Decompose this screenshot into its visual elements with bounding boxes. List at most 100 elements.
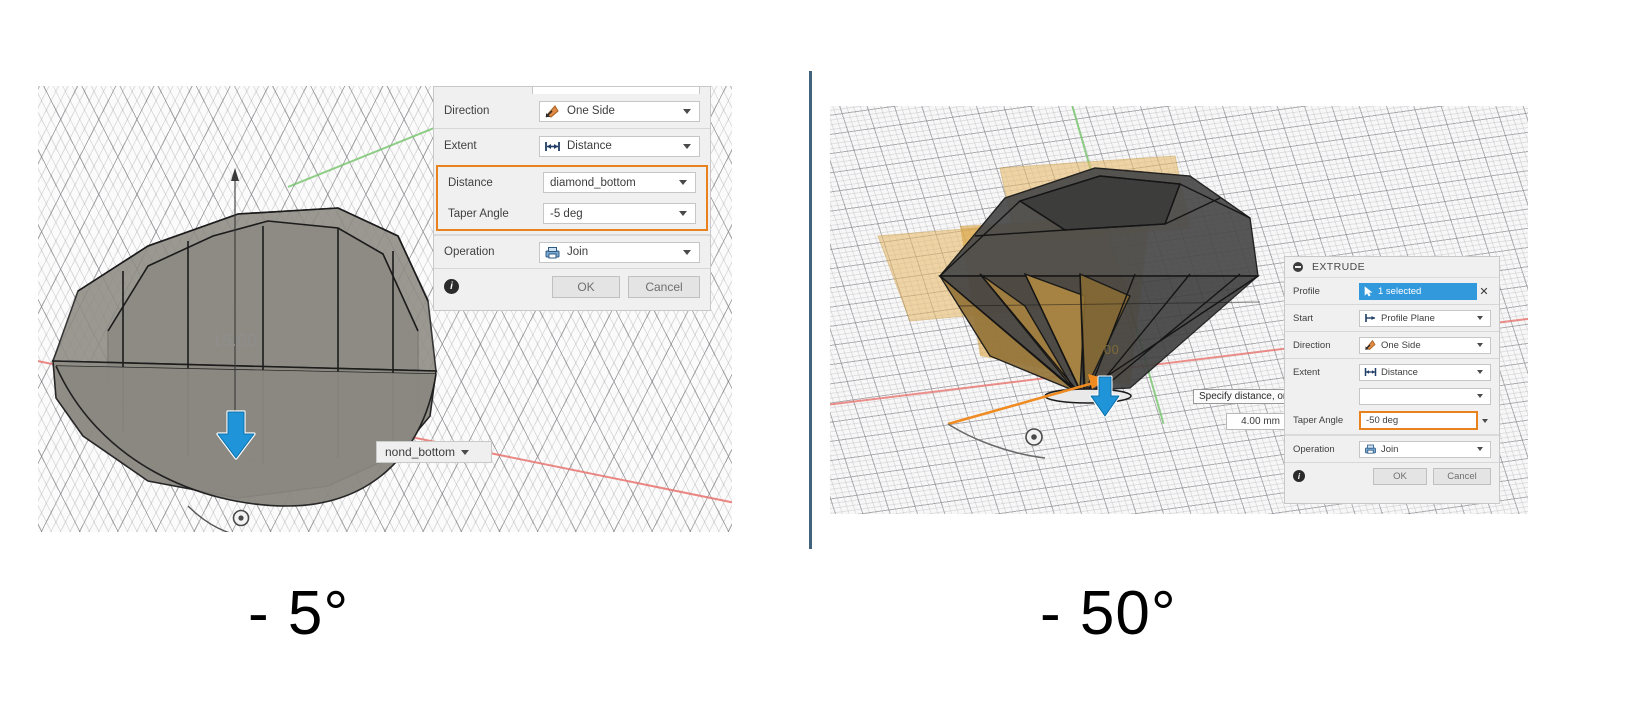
left-field-taper-angle[interactable]: -5 deg <box>543 203 696 224</box>
right-ok-button[interactable]: OK <box>1373 467 1427 485</box>
one-side-icon <box>544 104 561 119</box>
chevron-down-icon[interactable] <box>683 249 691 255</box>
chevron-down-icon[interactable] <box>683 143 691 149</box>
close-icon[interactable]: ✕ <box>1477 285 1491 298</box>
right-field-distance[interactable] <box>1359 387 1491 405</box>
left-direction-caret-slot[interactable] <box>679 108 695 114</box>
right-row-taper[interactable]: Taper Angle -50 deg <box>1285 407 1499 434</box>
right-field-profile-selection[interactable]: 1 selected <box>1359 282 1477 300</box>
right-field-taper-angle[interactable]: -50 deg <box>1359 411 1478 430</box>
right-field-operation[interactable]: Join <box>1359 440 1491 458</box>
collapse-icon[interactable] <box>1293 262 1303 272</box>
right-direction-caret-slot[interactable] <box>1473 343 1486 347</box>
left-ok-button[interactable]: OK <box>552 275 620 298</box>
left-row-extent[interactable]: Extent Distance <box>434 129 710 163</box>
join-icon <box>1364 443 1377 455</box>
left-label-taper-angle: Taper Angle <box>448 207 509 220</box>
chevron-down-icon[interactable] <box>1476 370 1483 374</box>
left-distance-caret-slot[interactable] <box>675 180 691 185</box>
chevron-down-icon[interactable] <box>1476 394 1483 398</box>
right-row-extent[interactable]: Extent Distance <box>1285 359 1499 385</box>
right-dialog-titlebar[interactable]: EXTRUDE <box>1285 257 1499 278</box>
left-extrude-dialog[interactable]: Direction One Side Extent Distance Dista… <box>433 86 711 311</box>
distance-icon <box>544 139 561 154</box>
left-row-taper[interactable]: Taper Angle -5 deg <box>438 198 706 229</box>
canvas-dropdown-value: nond_bottom <box>385 445 456 459</box>
left-label-operation: Operation <box>444 246 495 258</box>
left-field-direction[interactable]: One Side <box>539 100 700 122</box>
chevron-down-icon[interactable] <box>1481 418 1488 423</box>
chevron-down-icon[interactable] <box>679 211 687 216</box>
left-value-taper-angle: -5 deg <box>550 207 583 220</box>
chevron-down-icon[interactable] <box>1476 343 1483 347</box>
canvas-distance-dropdown[interactable]: nond_bottom <box>376 441 492 463</box>
right-value-extent: Distance <box>1381 366 1418 378</box>
right-field-extent[interactable]: Distance <box>1359 363 1491 381</box>
right-row-distance-occluded[interactable] <box>1285 385 1499 407</box>
right-row-direction[interactable]: Direction One Side <box>1285 332 1499 358</box>
right-extent-caret-slot[interactable] <box>1473 370 1486 374</box>
blue-down-arrow-icon[interactable] <box>1088 374 1124 422</box>
left-label-direction: Direction <box>444 105 490 117</box>
distance-icon <box>1364 366 1377 378</box>
right-row-start[interactable]: Start Profile Plane <box>1285 305 1499 331</box>
right-caption: - 50° <box>1040 579 1177 648</box>
right-row-operation[interactable]: Operation Join <box>1285 436 1499 462</box>
right-dialog-title: EXTRUDE <box>1312 261 1365 273</box>
chevron-down-icon[interactable] <box>679 180 687 185</box>
canvas-distance-input[interactable]: 4.00 mm <box>1226 413 1288 430</box>
info-icon[interactable]: i <box>444 279 459 294</box>
right-field-start[interactable]: Profile Plane <box>1359 309 1491 327</box>
right-label-start: Start <box>1293 312 1314 324</box>
blue-down-arrow-icon[interactable] <box>214 408 260 464</box>
right-start-caret-slot[interactable] <box>1473 316 1486 320</box>
right-extrude-dialog[interactable]: EXTRUDE Profile 1 selected ✕ Start Profi… <box>1284 256 1500 504</box>
info-icon[interactable]: i <box>1293 470 1305 482</box>
right-dimension-value[interactable]: 4.00 <box>1092 342 1119 357</box>
screenshot-root: 15.00 nond_bottom Direction One Side Ext… <box>0 0 1628 708</box>
right-value-direction: One Side <box>1381 339 1421 351</box>
left-extent-caret-slot[interactable] <box>679 143 695 149</box>
right-label-profile: Profile <box>1293 285 1320 297</box>
left-value-extent: Distance <box>567 140 612 152</box>
right-label-operation: Operation <box>1293 443 1335 455</box>
left-row-distance[interactable]: Distance diamond_bottom <box>438 167 706 198</box>
left-value-distance: diamond_bottom <box>550 176 636 189</box>
right-taper-caret-slot[interactable] <box>1478 418 1491 423</box>
right-value-start: Profile Plane <box>1381 312 1435 324</box>
chevron-down-icon[interactable] <box>1476 316 1483 320</box>
left-field-operation[interactable]: Join <box>539 241 700 263</box>
left-row-partial <box>434 87 710 94</box>
left-label-extent: Extent <box>444 140 477 152</box>
left-field-extent[interactable]: Distance <box>539 135 700 157</box>
right-label-taper-angle: Taper Angle <box>1293 415 1344 426</box>
left-taper-caret-slot[interactable] <box>675 211 691 216</box>
right-cancel-button[interactable]: Cancel <box>1433 467 1491 485</box>
left-row-direction[interactable]: Direction One Side <box>434 94 710 128</box>
chevron-down-icon[interactable] <box>683 108 691 114</box>
right-dialog-footer: i OK Cancel <box>1285 463 1499 489</box>
right-label-extent: Extent <box>1293 366 1320 378</box>
right-field-direction[interactable]: One Side <box>1359 336 1491 354</box>
left-cancel-button[interactable]: Cancel <box>628 275 700 298</box>
left-label-distance: Distance <box>448 176 493 189</box>
profile-plane-icon <box>1364 312 1377 324</box>
left-field-distance[interactable]: diamond_bottom <box>543 172 696 193</box>
left-operation-caret-slot[interactable] <box>679 249 695 255</box>
right-value-taper-angle: -50 deg <box>1366 415 1399 426</box>
origin-point-icon <box>187 505 250 532</box>
chevron-down-icon[interactable] <box>461 449 470 455</box>
left-dialog-footer: i OK Cancel <box>434 269 710 304</box>
right-label-direction: Direction <box>1293 339 1331 351</box>
panel-divider <box>809 71 812 549</box>
left-highlight-group: Distance diamond_bottom Taper Angle -5 d… <box>436 165 708 231</box>
right-operation-caret-slot[interactable] <box>1473 447 1486 451</box>
chevron-down-icon[interactable] <box>1476 447 1483 451</box>
left-caption: - 5° <box>248 579 350 648</box>
right-value-operation: Join <box>1381 443 1399 455</box>
left-dimension-value[interactable]: 15.00 <box>212 331 257 351</box>
left-row-operation[interactable]: Operation Join <box>434 236 710 268</box>
right-distance-caret-slot[interactable] <box>1473 394 1486 398</box>
origin-point-icon <box>947 423 1046 459</box>
right-row-profile[interactable]: Profile 1 selected ✕ <box>1285 278 1499 304</box>
